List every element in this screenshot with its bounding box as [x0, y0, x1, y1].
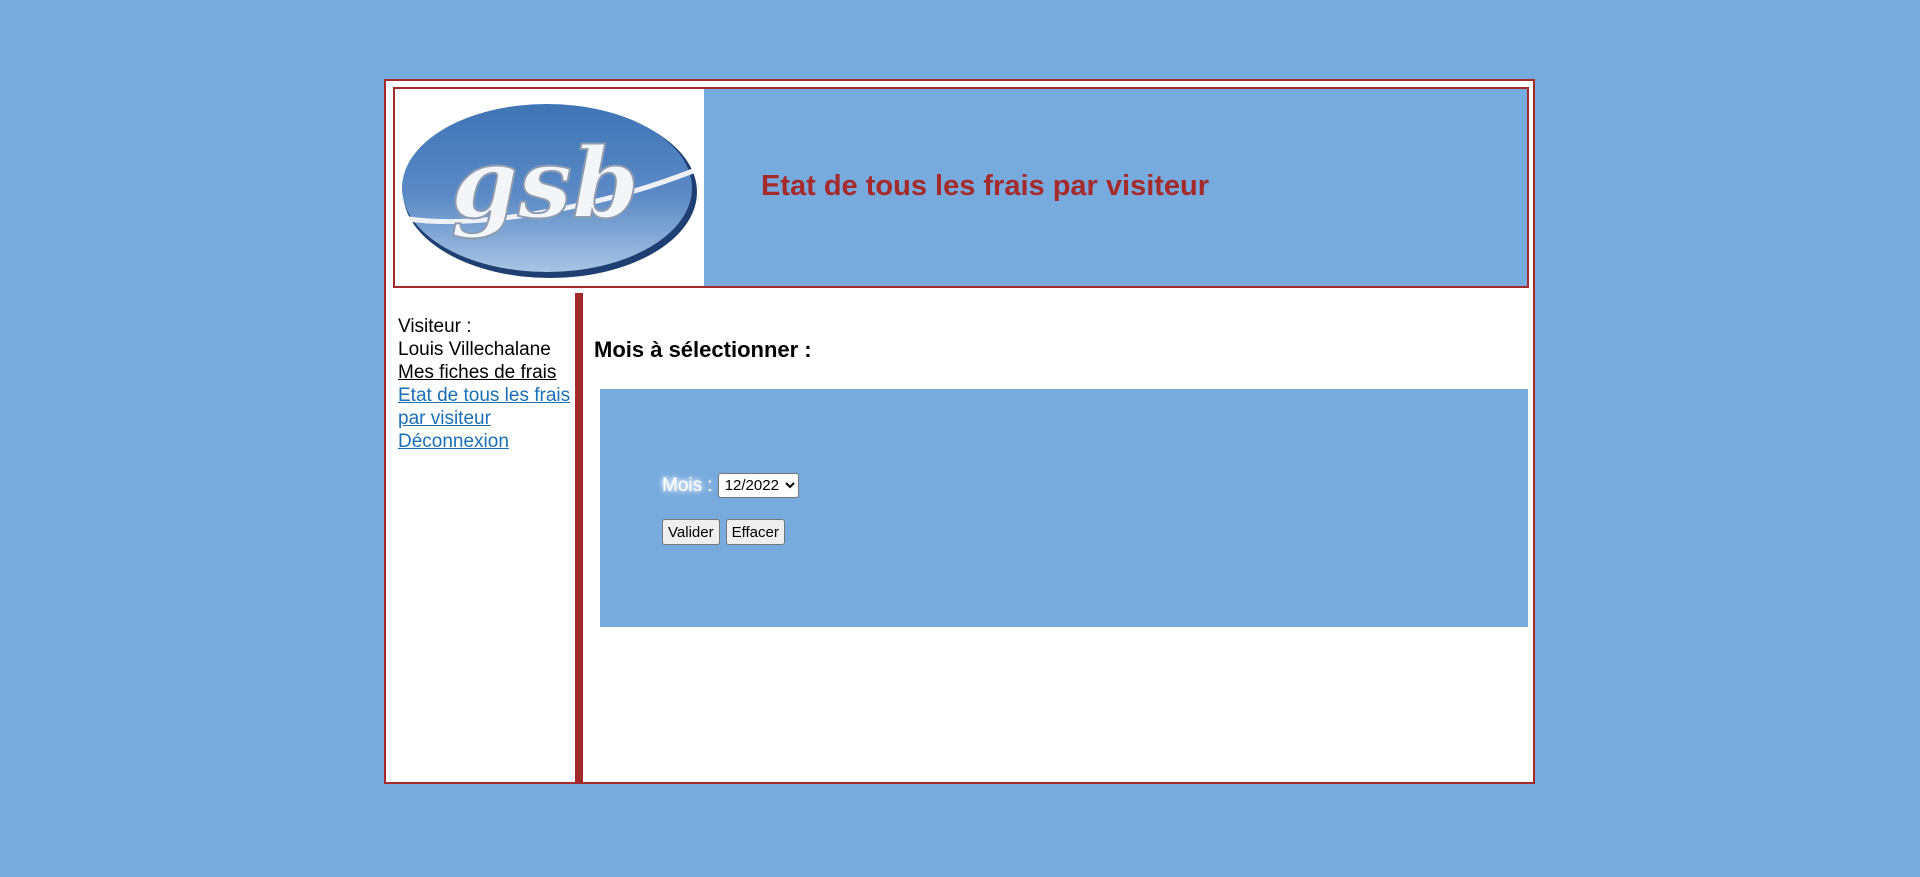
page-container: gsb Etat de tous les frais par visiteur …: [384, 79, 1535, 784]
reset-button[interactable]: Effacer: [725, 519, 785, 545]
sidebar-item-etat-des-frais[interactable]: Etat de tous les frais par visiteur: [398, 384, 573, 430]
month-label: Mois :: [662, 474, 713, 496]
month-row: Mois : 12/2022: [662, 473, 799, 498]
logo-text: gsb: [451, 127, 639, 240]
month-selection-heading: Mois à sélectionner :: [594, 337, 812, 362]
month-select[interactable]: 12/2022: [717, 473, 799, 498]
sidebar-item-mes-fiches-de-frais[interactable]: Mes fiches de frais: [398, 361, 573, 384]
gsb-logo-graphic: gsb: [402, 104, 697, 278]
page-title: Etat de tous les frais par visiteur: [761, 170, 1210, 202]
sidebar-divider: [575, 293, 583, 784]
visitor-label: Visiteur :: [398, 316, 472, 337]
header: gsb Etat de tous les frais par visiteur: [393, 87, 1529, 288]
sidebar-menu: Visiteur : Louis Villechalane Mes fiches…: [398, 315, 573, 453]
form-buttons: Valider Effacer: [662, 519, 791, 545]
visitor-name: Louis Villechalane: [398, 339, 551, 360]
gsb-logo: gsb: [395, 89, 704, 286]
sidebar: Visiteur : Louis Villechalane Mes fiches…: [386, 293, 573, 782]
validate-button[interactable]: Valider: [662, 519, 720, 545]
sidebar-item-deconnexion[interactable]: Déconnexion: [398, 430, 573, 453]
month-form: Mois : 12/2022 Valider Effacer: [600, 389, 1528, 627]
main-content: Mois à sélectionner : Mois : 12/2022 Val…: [583, 293, 1533, 782]
